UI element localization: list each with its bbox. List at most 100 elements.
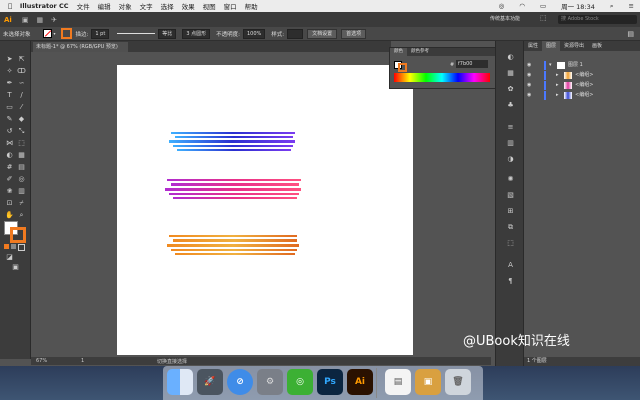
character-icon[interactable]: A [506, 261, 515, 270]
symbol-sprayer-tool-icon[interactable]: ❀ [5, 187, 14, 196]
slice-tool-icon[interactable]: ⌿ [17, 199, 26, 208]
stroke-label[interactable]: 描边: [76, 30, 89, 38]
swatches-icon[interactable]: ▦ [506, 69, 515, 78]
variable-width-profile-select[interactable]: 等比 [158, 28, 177, 39]
hex-input[interactable]: f7b00 [456, 60, 488, 68]
arrange-icon[interactable]: ▦ [36, 16, 43, 24]
brushes-icon[interactable]: ✿ [506, 85, 515, 94]
stroke-color-swatch[interactable] [10, 227, 26, 243]
scale-tool-icon[interactable]: ⤡ [17, 127, 26, 136]
shape-builder-tool-icon[interactable]: ◐ [5, 151, 14, 160]
group-name[interactable]: <编组> [575, 81, 593, 90]
opacity-label[interactable]: 不透明度: [216, 30, 240, 38]
arrange-docs-icon[interactable]: ▤ [627, 30, 634, 38]
align-icon[interactable]: ⊞ [506, 207, 515, 216]
wifi-icon[interactable]: ◠ [519, 2, 525, 10]
gpu-icon[interactable]: ✈ [51, 16, 57, 24]
menu-window[interactable]: 窗口 [224, 1, 237, 11]
symbols-icon[interactable]: ♣ [506, 101, 515, 110]
trash-icon[interactable]: 🗑 [445, 369, 471, 395]
opacity-input[interactable]: 100% [242, 28, 266, 39]
lasso-tool-icon[interactable]: ↀ [17, 67, 26, 76]
tab-color[interactable]: 颜色 [390, 48, 407, 56]
paragraph-icon[interactable]: ¶ [506, 277, 515, 286]
group-name[interactable]: <编组> [575, 71, 593, 80]
eye-icon[interactable]: ◉ [527, 91, 531, 100]
document-tab[interactable]: 未标题-1* @ 67% (RGB/GPU 预览) [33, 42, 128, 52]
transform-icon[interactable]: ⬚ [506, 239, 515, 248]
pen-tool-icon[interactable]: ✒ [5, 79, 14, 88]
sublayer-row[interactable]: ◉ ▸ <编组> [524, 91, 640, 100]
menu-effect[interactable]: 效果 [182, 1, 195, 11]
width-tool-icon[interactable]: ⋈ [5, 139, 14, 148]
sublayer-row[interactable]: ◉ ▸ <编组> [524, 81, 640, 90]
sublayer-row[interactable]: ◉ ▸ <编组> [524, 71, 640, 80]
layer-row[interactable]: ◉ ▾ 图层 1 [524, 61, 640, 70]
illustrator-icon[interactable]: Ai [347, 369, 373, 395]
eraser-tool-icon[interactable]: ◆ [17, 115, 26, 124]
free-transform-tool-icon[interactable]: ⬚ [17, 139, 26, 148]
gradient-panel-icon[interactable]: ▥ [506, 139, 515, 148]
tab-artboards[interactable]: 画板 [588, 41, 606, 51]
photoshop-icon[interactable]: Ps [317, 369, 343, 395]
eye-icon[interactable]: ◉ [527, 71, 531, 80]
bridge-icon[interactable]: ▣ [22, 16, 29, 24]
menu-file[interactable]: 文件 [77, 1, 90, 11]
appearance-icon[interactable]: ✺ [506, 175, 515, 184]
mesh-tool-icon[interactable]: # [5, 163, 14, 172]
magic-wand-tool-icon[interactable]: ✧ [5, 67, 14, 76]
apple-icon[interactable]:  [8, 2, 12, 10]
line-tool-icon[interactable]: / [17, 91, 26, 100]
app-menu[interactable]: Illustrator CC [20, 2, 69, 10]
wechat-icon[interactable]: ◎ [287, 369, 313, 395]
draw-mode-icon[interactable]: ◪ [5, 253, 14, 262]
perspective-grid-tool-icon[interactable]: ▦ [17, 151, 26, 160]
style-select[interactable] [287, 28, 304, 39]
stock-search-input[interactable]: 搜 Adobe Stock [558, 15, 637, 24]
safari-icon[interactable]: ⊘ [227, 369, 253, 395]
menu-view[interactable]: 视图 [203, 1, 216, 11]
chevron-right-icon[interactable]: ▸ [556, 71, 559, 80]
stroke-weight-input[interactable]: 1 pt [91, 28, 110, 39]
transparency-icon[interactable]: ◑ [506, 155, 515, 164]
color-mode-icon[interactable] [4, 244, 9, 249]
eyedropper-tool-icon[interactable]: ✐ [5, 175, 14, 184]
clock[interactable]: 周一 18:34 [561, 1, 595, 11]
hand-tool-icon[interactable]: ✋ [5, 211, 14, 220]
workspace-switcher[interactable]: 传统基本功能 [490, 15, 520, 22]
tab-color-guide[interactable]: 颜色参考 [407, 48, 433, 56]
notification-icon[interactable]: ≡ [629, 2, 634, 10]
spotlight-icon[interactable]: ⌕ [610, 2, 614, 11]
battery-icon[interactable]: ▭ [540, 2, 546, 10]
orange-brush-stroke[interactable] [167, 235, 299, 255]
screen-mode-icon[interactable]: ▣ [11, 263, 20, 272]
blend-tool-icon[interactable]: ◎ [17, 175, 26, 184]
curvature-tool-icon[interactable]: ∽ [17, 79, 26, 88]
pathfinder-icon[interactable]: ⧉ [506, 223, 515, 232]
layer-name[interactable]: 图层 1 [568, 61, 583, 70]
selection-tool-icon[interactable]: ➤ [5, 55, 14, 64]
brush-definition-select[interactable]: 3 点圆形 [182, 28, 211, 39]
panel-stroke-swatch[interactable] [398, 63, 407, 72]
blue-brush-stroke[interactable] [169, 132, 295, 151]
chevron-down-icon[interactable]: ▾ [54, 31, 56, 36]
rotate-tool-icon[interactable]: ↺ [5, 127, 14, 136]
rectangle-tool-icon[interactable]: ▭ [5, 103, 14, 112]
sync-icon[interactable]: ⬚ [540, 14, 547, 22]
zoom-tool-icon[interactable]: ⌕ [17, 211, 26, 220]
zoom-level[interactable]: 67% [36, 358, 47, 364]
gradient-mode-icon[interactable] [11, 244, 16, 249]
tab-layers[interactable]: 图层 [542, 41, 561, 51]
shaper-tool-icon[interactable]: ✎ [5, 115, 14, 124]
gradient-tool-icon[interactable]: ▤ [17, 163, 26, 172]
page-number[interactable]: 1 [81, 358, 84, 364]
none-mode-icon[interactable] [18, 244, 25, 251]
artboard-tool-icon[interactable]: ⊡ [5, 199, 14, 208]
menu-object[interactable]: 对象 [119, 1, 132, 11]
tab-properties[interactable]: 属性 [524, 41, 542, 51]
stroke-swatch[interactable] [60, 28, 72, 39]
document-setup-button[interactable]: 文档设置 [307, 28, 338, 39]
type-tool-icon[interactable]: T [5, 91, 14, 100]
color-panel-icon[interactable]: ◐ [506, 53, 515, 62]
graphic-styles-icon[interactable]: ▧ [506, 191, 515, 200]
